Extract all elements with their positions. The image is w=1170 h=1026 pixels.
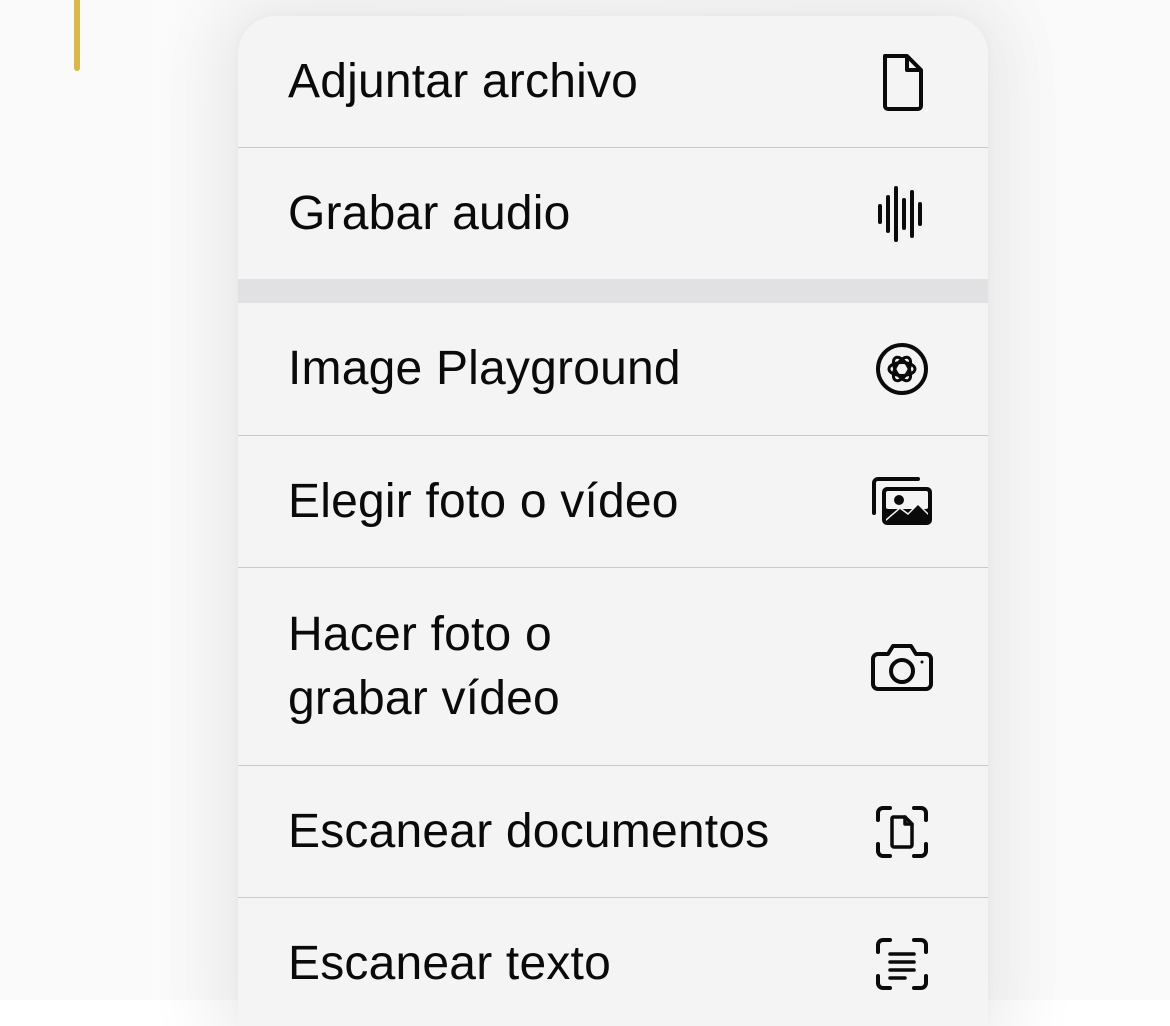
waveform-icon (870, 182, 934, 246)
menu-item-scan-text[interactable]: Escanear texto (238, 897, 988, 1026)
menu-item-label: Image Playground (288, 342, 681, 395)
menu-item-record-audio[interactable]: Grabar audio (238, 147, 988, 279)
photo-library-icon (870, 470, 934, 534)
menu-item-image-playground[interactable]: Image Playground (238, 303, 988, 435)
menu-item-attach-file[interactable]: Adjuntar archivo (238, 16, 988, 147)
attachment-menu: Adjuntar archivo Grabar audio Image Play… (238, 16, 988, 1026)
menu-item-label: Grabar audio (288, 186, 571, 240)
group-separator (238, 279, 988, 303)
document-scan-icon (870, 800, 934, 864)
menu-item-scan-documents[interactable]: Escanear documentos (238, 765, 988, 897)
menu-item-take-photo-record-video[interactable]: Hacer foto o grabar vídeo (238, 567, 988, 765)
text-scan-icon (870, 932, 934, 996)
menu-item-label: Escanear texto (288, 936, 611, 990)
menu-item-label: Escanear documentos (288, 804, 770, 858)
image-playground-icon (870, 337, 934, 401)
menu-item-label: Elegir foto o vídeo (288, 474, 679, 528)
menu-item-label: Adjuntar archivo (288, 54, 639, 108)
text-cursor (74, 0, 80, 71)
document-icon (870, 50, 934, 114)
camera-icon (870, 635, 934, 699)
menu-item-choose-photo-video[interactable]: Elegir foto o vídeo (238, 435, 988, 567)
menu-item-label: Hacer foto o grabar vídeo (288, 607, 560, 725)
